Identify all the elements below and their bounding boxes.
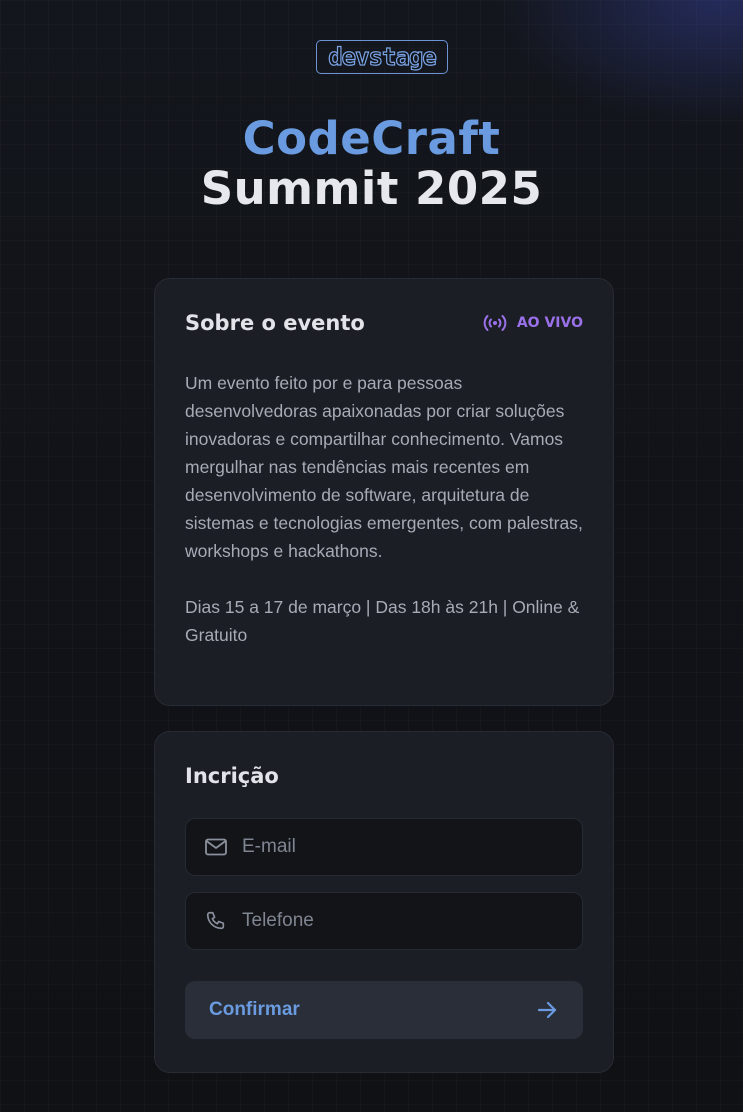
arrow-right-icon bbox=[537, 1001, 557, 1019]
email-input[interactable] bbox=[240, 835, 564, 859]
broadcast-icon bbox=[483, 315, 507, 331]
registration-card: Incrição Confirmar bbox=[154, 731, 614, 1073]
logo-text: devstage bbox=[328, 42, 438, 71]
registration-title: Incrição bbox=[185, 764, 279, 788]
about-event-card: Sobre o evento AO VIVO Um evento feito p… bbox=[154, 278, 614, 706]
about-description: Um evento feito por e para pessoas desen… bbox=[185, 369, 583, 649]
hero-title-line2: Summit 2025 bbox=[200, 162, 543, 215]
phone-icon bbox=[206, 911, 225, 930]
mail-icon bbox=[205, 838, 227, 856]
confirm-label: Confirmar bbox=[209, 999, 300, 1020]
live-label: AO VIVO bbox=[516, 315, 583, 331]
about-title: Sobre o evento bbox=[185, 311, 365, 335]
devstage-logo: devstage bbox=[316, 40, 448, 74]
event-details-text: Dias 15 a 17 de março | Das 18h às 21h |… bbox=[185, 597, 580, 645]
email-field[interactable] bbox=[185, 818, 583, 876]
about-card-header: Sobre o evento AO VIVO bbox=[185, 309, 583, 337]
confirm-button[interactable]: Confirmar bbox=[185, 981, 583, 1039]
live-badge: AO VIVO bbox=[483, 314, 583, 332]
registration-header: Incrição bbox=[185, 762, 583, 790]
phone-field[interactable] bbox=[185, 892, 583, 950]
hero-title-line1: CodeCraft bbox=[242, 112, 501, 165]
description-text: Um evento feito por e para pessoas desen… bbox=[185, 373, 583, 561]
phone-input[interactable] bbox=[240, 909, 564, 933]
